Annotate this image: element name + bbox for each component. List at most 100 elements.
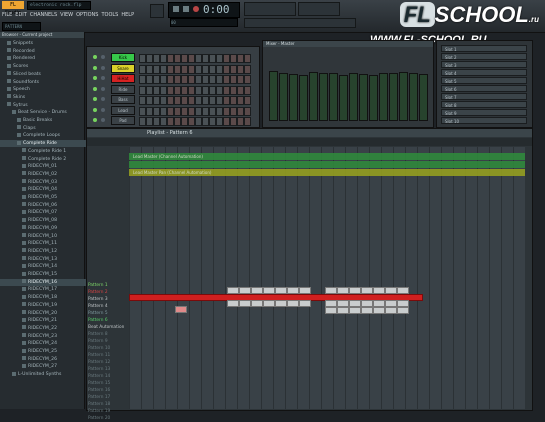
channel-pan-knob-icon[interactable]: [101, 118, 105, 122]
pattern-clip[interactable]: [325, 307, 337, 314]
step-button[interactable]: [202, 64, 209, 74]
channel-led-icon[interactable]: [93, 55, 97, 59]
step-button[interactable]: [216, 106, 223, 116]
step-button[interactable]: [139, 75, 146, 84]
step-button[interactable]: [237, 75, 244, 84]
stop-icon[interactable]: [183, 6, 189, 12]
step-button[interactable]: [216, 85, 223, 95]
mixer-fader[interactable]: [409, 72, 418, 121]
mixer-fader[interactable]: [329, 72, 338, 121]
pattern-clip[interactable]: [349, 287, 361, 294]
pattern-clip[interactable]: [251, 300, 263, 307]
step-button[interactable]: [139, 117, 146, 126]
pattern-clip[interactable]: [385, 307, 397, 314]
step-button[interactable]: [237, 85, 244, 95]
step-button[interactable]: [202, 106, 209, 116]
playlist-grid[interactable]: Lead Master (Channel Automation) Lead Mas…: [129, 147, 525, 409]
step-button[interactable]: [223, 106, 230, 116]
step-button[interactable]: [209, 106, 216, 116]
step-button[interactable]: [223, 75, 230, 84]
step-button[interactable]: [181, 54, 188, 63]
step-button[interactable]: [223, 85, 230, 95]
step-button[interactable]: [160, 54, 167, 63]
pattern-list-item[interactable]: Pattern 10: [88, 346, 128, 352]
step-button[interactable]: [167, 106, 174, 116]
step-button[interactable]: [139, 96, 146, 105]
step-button[interactable]: [181, 106, 188, 116]
step-button[interactable]: [153, 106, 160, 116]
mixer-fader[interactable]: [359, 74, 368, 121]
pattern-clip[interactable]: [349, 300, 361, 307]
mixer-fader[interactable]: [289, 74, 298, 121]
step-button[interactable]: [223, 64, 230, 74]
channel-pan-knob-icon[interactable]: [101, 76, 105, 80]
browser-item[interactable]: Speech: [0, 86, 91, 93]
step-button[interactable]: [237, 117, 244, 126]
step-button[interactable]: [146, 85, 153, 95]
step-button[interactable]: [230, 75, 237, 84]
pattern-clip[interactable]: [373, 287, 385, 294]
step-button[interactable]: [174, 85, 181, 95]
menu-item-edit[interactable]: EDIT: [15, 12, 27, 18]
step-button[interactable]: [209, 75, 216, 84]
step-button[interactable]: [237, 106, 244, 116]
step-button[interactable]: [244, 117, 251, 126]
mixer-fader[interactable]: [369, 75, 378, 121]
pattern-clip[interactable]: [325, 287, 337, 294]
pattern-list-item[interactable]: Pattern 1: [88, 283, 128, 289]
step-button[interactable]: [181, 85, 188, 95]
pattern-clip[interactable]: [385, 300, 397, 307]
channel-button[interactable]: Ride: [111, 84, 135, 94]
step-button[interactable]: [195, 85, 202, 95]
step-button[interactable]: [195, 106, 202, 116]
step-button[interactable]: [195, 117, 202, 126]
step-button[interactable]: [146, 54, 153, 63]
step-button[interactable]: [209, 64, 216, 74]
step-button[interactable]: [244, 106, 251, 116]
pattern-clip[interactable]: [361, 307, 373, 314]
mixer-fader[interactable]: [389, 73, 398, 121]
channel-button[interactable]: Pad: [111, 116, 135, 125]
menu-item-options[interactable]: OPTIONS: [76, 12, 98, 18]
pattern-clip[interactable]: [373, 300, 385, 307]
step-button[interactable]: [188, 75, 195, 84]
pattern-list-item[interactable]: Pattern 3: [88, 297, 128, 303]
mixer-fader[interactable]: [309, 72, 318, 121]
pattern-mode-button[interactable]: [150, 4, 164, 18]
pattern-clip[interactable]: [239, 300, 251, 307]
step-button[interactable]: [153, 75, 160, 84]
pattern-clip[interactable]: [299, 300, 311, 307]
pattern-list-item[interactable]: Pattern 15: [88, 381, 128, 387]
step-button[interactable]: [160, 75, 167, 84]
mixer-fader[interactable]: [319, 73, 328, 121]
automation-clip[interactable]: Lead Master Pan (Channel Automation): [129, 169, 525, 176]
step-button[interactable]: [209, 85, 216, 95]
step-button[interactable]: [167, 75, 174, 84]
browser-item[interactable]: Rendered: [0, 55, 91, 62]
step-button[interactable]: [167, 96, 174, 105]
step-button[interactable]: [188, 64, 195, 74]
step-button[interactable]: [209, 117, 216, 126]
pattern-clip[interactable]: [349, 307, 361, 314]
step-button[interactable]: [153, 85, 160, 95]
step-button[interactable]: [216, 75, 223, 84]
pattern-clip[interactable]: [373, 307, 385, 314]
effect-slot[interactable]: Slot 10: [441, 117, 527, 124]
step-button[interactable]: [244, 85, 251, 95]
step-button[interactable]: [174, 117, 181, 126]
step-button[interactable]: [230, 85, 237, 95]
effect-slot[interactable]: Slot 4: [441, 69, 527, 76]
channel-button[interactable]: Kick: [111, 53, 135, 62]
step-button[interactable]: [139, 106, 146, 116]
effect-slot[interactable]: Slot 7: [441, 93, 527, 100]
step-button[interactable]: [174, 96, 181, 105]
step-button[interactable]: [237, 54, 244, 63]
step-button[interactable]: [146, 117, 153, 126]
step-button[interactable]: [216, 64, 223, 74]
browser-item[interactable]: Sytrus: [0, 102, 91, 109]
pattern-list-item[interactable]: Pattern 13: [88, 367, 128, 373]
step-button[interactable]: [181, 117, 188, 126]
menu-item-tools[interactable]: TOOLS: [101, 12, 118, 18]
pattern-list-item[interactable]: Pattern 16: [88, 388, 128, 394]
step-button[interactable]: [202, 54, 209, 63]
